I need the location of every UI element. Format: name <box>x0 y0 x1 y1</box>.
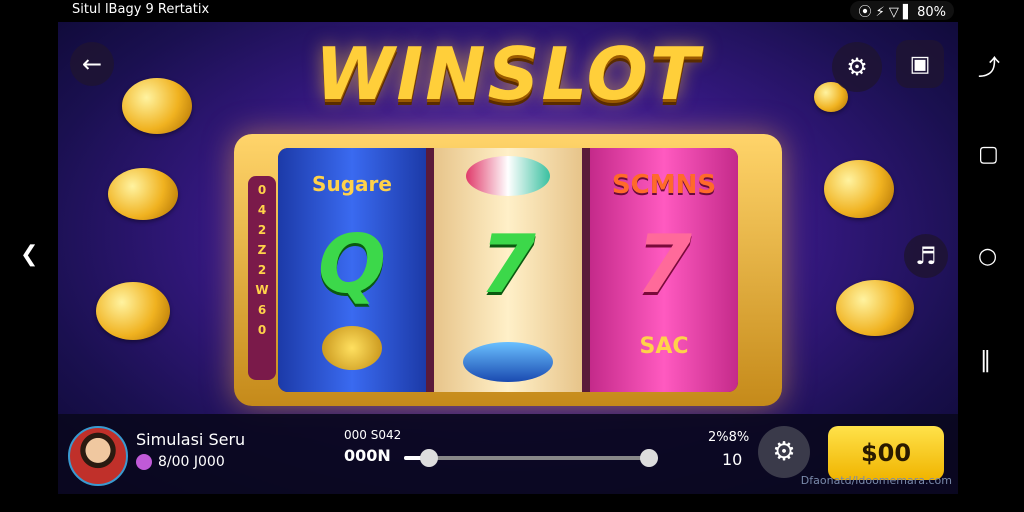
coin-decoration <box>122 78 192 134</box>
auto-settings-button[interactable]: ⚙ <box>758 426 810 478</box>
fullscreen-icon: ▣ <box>909 51 931 77</box>
android-home-icon[interactable]: ▢ <box>978 142 999 167</box>
android-recents-icon[interactable]: ○ <box>978 244 997 269</box>
reel-3: SCMNS 7 SAC <box>590 148 738 392</box>
reel-3-top-symbol: SCMNS <box>611 170 717 200</box>
reel-2: 7 <box>434 148 582 392</box>
reel-3-bottom-symbol: SAC <box>639 334 689 359</box>
coin-decoration <box>108 168 178 220</box>
settings-gear-icon: ⚙ <box>846 53 868 81</box>
side-col-item: W <box>255 283 269 297</box>
avatar[interactable] <box>68 426 128 486</box>
status-right-text: ⦿ ⚡ ▽ ▌ 80% <box>850 1 954 20</box>
spin-bet-button[interactable]: $00 <box>828 426 944 480</box>
status-bar: Situl lBagy 9 Rertatix ⦿ ⚡ ▽ ▌ 80% <box>0 0 1024 22</box>
footer-credit: Dfaonatd/ldoomemara.com <box>800 474 952 487</box>
side-column: 0 4 2 Z 2 W 6 0 <box>248 176 276 380</box>
android-nav-bar: ⤴ ▢ ○ ‖ <box>958 0 1024 512</box>
slider-handle[interactable] <box>420 449 439 467</box>
reel-1: Sugare Q <box>278 148 426 392</box>
back-button[interactable]: ← <box>70 42 114 86</box>
percent-label: 2%8% <box>708 430 750 445</box>
slider-end-handle[interactable] <box>640 449 658 467</box>
reel-1-top-symbol: Sugare <box>312 172 392 196</box>
side-col-item: 4 <box>257 203 267 217</box>
slot-machine: 0 4 2 Z 2 W 6 0 Sugare Q 7 SCMNS 7 SAC <box>234 134 782 406</box>
route-icon[interactable]: ⤴ <box>978 50 1000 82</box>
android-menu-icon[interactable]: ‖ <box>980 348 991 373</box>
game-title: WINSLOT <box>315 32 701 116</box>
reel-2-top-symbol <box>434 156 582 200</box>
coin-decoration <box>824 160 894 218</box>
game-screen: ← WINSLOT ⚙ ▣ ♬ 0 4 2 Z 2 W 6 0 Sugare Q <box>58 22 958 494</box>
settings-gear-icon: ⚙ <box>772 437 796 467</box>
side-col-item: Z <box>257 243 267 257</box>
back-arrow-icon: ← <box>81 50 103 78</box>
status-left-text: Situl lBagy 9 Rertatix <box>72 2 210 17</box>
fullscreen-button[interactable]: ▣ <box>896 40 944 88</box>
sound-button[interactable]: ♬ <box>904 234 948 278</box>
bet-slider[interactable] <box>404 449 658 467</box>
sound-icon: ♬ <box>915 242 937 270</box>
chip-icon <box>136 454 152 470</box>
reel-2-mid-symbol: 7 <box>480 218 536 311</box>
reel-3-mid-symbol: 7 <box>636 218 692 311</box>
reel-1-mid-symbol: Q <box>317 218 386 311</box>
android-back-icon[interactable]: ❮ <box>20 242 38 267</box>
side-col-item: 6 <box>257 303 267 317</box>
coin-decoration <box>96 282 170 340</box>
left-gesture-area: ❮ <box>0 0 58 512</box>
side-col-item: 0 <box>257 323 267 337</box>
slider-value: 000N <box>344 446 391 465</box>
slider-label: 000 S042 <box>344 428 402 442</box>
reel-1-bottom-symbol <box>278 326 426 374</box>
lines-value: 10 <box>722 450 743 469</box>
side-col-item: 2 <box>257 263 267 277</box>
balance-value: 8/00 J000 <box>158 454 225 470</box>
player-name: Simulasi Seru <box>136 430 246 449</box>
player-balance: 8/00 J000 <box>136 454 225 470</box>
reel-2-bottom-symbol <box>434 342 582 386</box>
settings-button[interactable]: ⚙ <box>832 42 882 92</box>
side-col-item: 2 <box>257 223 267 237</box>
coin-decoration <box>836 280 914 336</box>
reel-window: Sugare Q 7 SCMNS 7 SAC <box>278 148 738 392</box>
side-col-item: 0 <box>257 183 267 197</box>
